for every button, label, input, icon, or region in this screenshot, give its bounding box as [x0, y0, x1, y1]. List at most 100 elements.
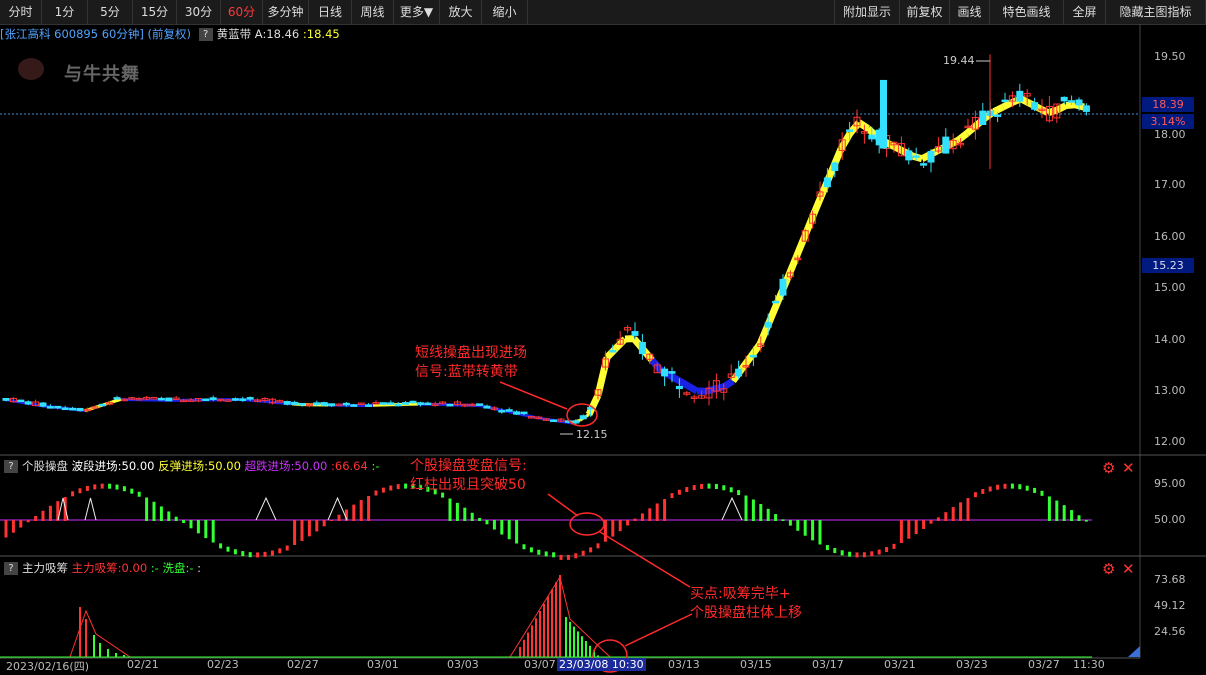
sub1-close-icon[interactable]: ✕: [1122, 460, 1135, 476]
candle-body: [920, 163, 928, 166]
sub1-bar: [507, 520, 511, 540]
sub1-dot: [404, 483, 408, 489]
candle-body: [231, 398, 239, 401]
sub1-bar: [500, 520, 504, 535]
sub1-bar: [485, 520, 489, 525]
sub1-bar: [470, 512, 474, 521]
help-icon[interactable]: ?: [198, 28, 213, 41]
sub1-dot: [1040, 490, 1044, 496]
sub1-bar: [4, 520, 8, 538]
sub1-dot: [219, 543, 223, 549]
sub1-dot: [885, 547, 889, 553]
last-price-tag: 18.39: [1142, 97, 1194, 112]
candle-body: [505, 409, 513, 412]
help-icon[interactable]: ?: [4, 562, 18, 575]
tab-daily[interactable]: 日线: [309, 0, 352, 24]
price-axis-label: 12.00: [1154, 435, 1186, 448]
sub2-axis-label: 24.56: [1154, 625, 1186, 638]
sub1-dot: [559, 554, 563, 560]
sub1-dot: [270, 550, 274, 556]
sub1-axis-label: 50.00: [1154, 513, 1186, 526]
annotation-turn-signal: 个股操盘变盘信号: 红柱出现且突破50: [410, 458, 527, 493]
sub1-dot: [263, 551, 267, 557]
candle-body: [1075, 99, 1083, 106]
sub1-bar: [196, 520, 200, 534]
callout-line-2: [547, 493, 579, 517]
x-axis-label: 03/13: [668, 658, 700, 671]
sub1-dot: [71, 491, 75, 497]
sub1-bar: [811, 520, 815, 541]
candle-body: [572, 420, 580, 424]
sub1-dot: [574, 553, 578, 559]
sub1-gear-icon[interactable]: ⚙: [1102, 460, 1115, 476]
candle-body: [61, 407, 69, 411]
tab-15min[interactable]: 15分: [133, 0, 177, 24]
x-axis-label: 03/17: [812, 658, 844, 671]
band-segment: [955, 130, 970, 144]
sub2-name: 主力吸筹: [22, 561, 68, 575]
sub1-bar: [167, 511, 171, 521]
sub1-dot: [537, 549, 541, 555]
x-axis-label: 03/07: [524, 658, 556, 671]
band-segment: [810, 190, 827, 215]
sub2-close-icon[interactable]: ✕: [1122, 561, 1135, 577]
band-segment: [765, 299, 782, 324]
sub2-axis-label: 73.68: [1154, 573, 1186, 586]
sub1-dot: [137, 491, 141, 497]
tab-60min[interactable]: 60分: [221, 0, 263, 24]
candle-body: [350, 404, 358, 407]
tab-weekly[interactable]: 周线: [352, 0, 394, 24]
candle-body: [39, 402, 47, 407]
sub1-dot: [122, 486, 126, 492]
sub1-dot: [396, 484, 400, 490]
candle-body: [157, 397, 165, 401]
draw-line-button[interactable]: 画线: [950, 0, 990, 24]
sub1-dot: [130, 488, 134, 494]
candle-body: [2, 397, 10, 401]
sub1-bar: [788, 520, 792, 526]
band-segment: [604, 345, 619, 360]
sub1-bar: [663, 499, 667, 521]
sub1-dot: [996, 484, 1000, 490]
sub1-bar: [145, 497, 149, 521]
candle-body: [76, 407, 84, 412]
price-axis-label: 19.50: [1154, 50, 1186, 63]
sub1-bar: [492, 520, 496, 530]
extra-display-button[interactable]: 附加显示: [834, 0, 900, 24]
x-axis-label: 03/01: [367, 658, 399, 671]
candle-body: [942, 136, 950, 154]
tab-timeshare[interactable]: 分时: [0, 0, 42, 24]
sub1-bar: [766, 508, 770, 521]
fullscreen-button[interactable]: 全屏: [1064, 0, 1106, 24]
tab-5min[interactable]: 5分: [88, 0, 133, 24]
main-header: [张江高科 600895 60分钟] (前复权) ? 黄蓝带 A:18.46 :1…: [0, 26, 340, 42]
sub1-bar: [1055, 500, 1059, 521]
sub1-bar: [744, 495, 748, 521]
x-axis-label: 02/27: [287, 658, 319, 671]
x-axis-label: 11:30: [1073, 658, 1105, 671]
tab-multi-min[interactable]: 多分钟: [263, 0, 309, 24]
zoom-in-button[interactable]: 放大: [440, 0, 482, 24]
sub1-bar: [914, 520, 918, 534]
sub1-dot: [840, 550, 844, 556]
x-axis-label: 03/27: [1028, 658, 1060, 671]
forward-adjust-button[interactable]: 前复权: [900, 0, 950, 24]
sub1-dot: [714, 484, 718, 490]
sub2-gear-icon[interactable]: ⚙: [1102, 561, 1115, 577]
stock-chart-canvas[interactable]: [0, 24, 1206, 675]
hide-indicator-button[interactable]: 隐藏主图指标: [1106, 0, 1206, 24]
band-segment: [1055, 102, 1068, 114]
sub1-bar: [189, 520, 193, 529]
tab-30min[interactable]: 30分: [177, 0, 221, 24]
candle-body: [1060, 96, 1068, 102]
watermark-text: 与牛共舞: [64, 64, 140, 85]
callout-line-3a: [599, 531, 691, 588]
special-draw-button[interactable]: 特色画线: [990, 0, 1064, 24]
candle-body: [283, 401, 291, 405]
more-dropdown[interactable]: 更多▼: [394, 0, 440, 24]
zoom-out-button[interactable]: 缩小: [482, 0, 528, 24]
watermark-logo-icon: [18, 58, 44, 80]
help-icon[interactable]: ?: [4, 460, 18, 473]
tab-1min[interactable]: 1分: [42, 0, 88, 24]
candle-body: [513, 411, 521, 415]
